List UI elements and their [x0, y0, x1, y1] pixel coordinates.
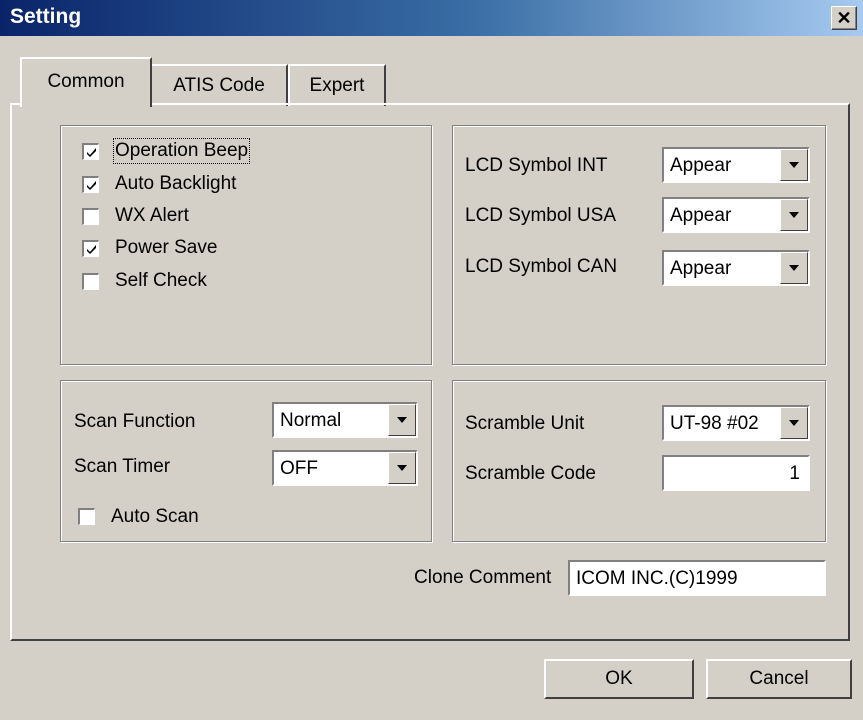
dropdown-button[interactable] — [388, 452, 416, 484]
tab-label: Common — [47, 71, 125, 92]
check-icon — [87, 148, 96, 157]
tab-expert[interactable]: Expert — [288, 64, 386, 106]
field-value: 1 — [789, 463, 800, 484]
lcd-symbol-usa-label: LCD Symbol USA — [465, 205, 616, 226]
window-title: Setting — [10, 5, 82, 28]
power-save-checkbox[interactable] — [82, 240, 99, 257]
dropdown-button[interactable] — [780, 199, 808, 231]
scan-function-label: Scan Function — [74, 411, 196, 432]
select-value: UT-98 #02 — [670, 413, 759, 434]
lcd-symbol-int-label: LCD Symbol INT — [465, 155, 608, 176]
dropdown-button[interactable] — [780, 149, 808, 181]
scramble-code-label: Scramble Code — [465, 463, 596, 484]
operation-beep-checkbox[interactable] — [82, 143, 99, 160]
wx-alert-checkbox[interactable] — [82, 208, 99, 225]
auto-scan-checkbox[interactable] — [78, 508, 95, 525]
dropdown-button[interactable] — [780, 252, 808, 284]
button-label: Cancel — [749, 668, 809, 689]
scramble-code-field[interactable]: 1 — [662, 455, 810, 491]
chevron-down-icon — [397, 465, 407, 471]
tab-label: ATIS Code — [173, 75, 265, 96]
ok-button[interactable]: OK — [544, 659, 694, 699]
check-icon — [87, 181, 96, 190]
close-icon: ✕ — [836, 8, 852, 28]
lcd-symbol-can-label: LCD Symbol CAN — [465, 256, 618, 277]
chevron-down-icon — [789, 420, 799, 426]
select-value: Appear — [670, 205, 732, 226]
button-label: OK — [605, 668, 633, 689]
select-value: Appear — [670, 258, 732, 279]
wx-alert-label[interactable]: WX Alert — [115, 205, 189, 227]
select-value: Appear — [670, 155, 732, 176]
chevron-down-icon — [789, 162, 799, 168]
operation-beep-label[interactable]: Operation Beep — [112, 138, 251, 164]
field-value: ICOM INC.(C)1999 — [576, 568, 738, 589]
tab-atis-code[interactable]: ATIS Code — [150, 64, 288, 106]
cancel-button[interactable]: Cancel — [706, 659, 852, 699]
setting-dialog: Setting ✕ Common ATIS Code Expert Operat… — [0, 0, 863, 720]
dropdown-button[interactable] — [388, 404, 416, 436]
auto-backlight-checkbox[interactable] — [82, 176, 99, 193]
clone-comment-label: Clone Comment — [414, 567, 552, 588]
dropdown-button[interactable] — [780, 407, 808, 439]
title-bar[interactable]: Setting ✕ — [0, 0, 863, 36]
scramble-unit-label: Scramble Unit — [465, 413, 585, 434]
auto-scan-label[interactable]: Auto Scan — [111, 506, 199, 528]
select-value: OFF — [280, 458, 318, 479]
scramble-unit-select[interactable]: UT-98 #02 — [662, 405, 810, 441]
chevron-down-icon — [789, 212, 799, 218]
chevron-down-icon — [397, 417, 407, 423]
scan-timer-select[interactable]: OFF — [272, 450, 418, 486]
tab-label: Expert — [309, 75, 365, 96]
clone-comment-field[interactable]: ICOM INC.(C)1999 — [568, 560, 826, 596]
tab-common[interactable]: Common — [20, 57, 152, 107]
select-value: Normal — [280, 410, 342, 431]
lcd-symbol-usa-select[interactable]: Appear — [662, 197, 810, 233]
auto-backlight-label[interactable]: Auto Backlight — [115, 173, 236, 195]
close-button[interactable]: ✕ — [831, 6, 857, 30]
lcd-symbol-can-select[interactable]: Appear — [662, 250, 810, 286]
self-check-checkbox[interactable] — [82, 273, 99, 290]
lcd-symbol-int-select[interactable]: Appear — [662, 147, 810, 183]
power-save-label[interactable]: Power Save — [115, 237, 217, 259]
self-check-label[interactable]: Self Check — [115, 270, 207, 292]
scan-timer-label: Scan Timer — [74, 456, 171, 477]
scan-function-select[interactable]: Normal — [272, 402, 418, 438]
check-icon — [87, 245, 96, 254]
chevron-down-icon — [789, 265, 799, 271]
